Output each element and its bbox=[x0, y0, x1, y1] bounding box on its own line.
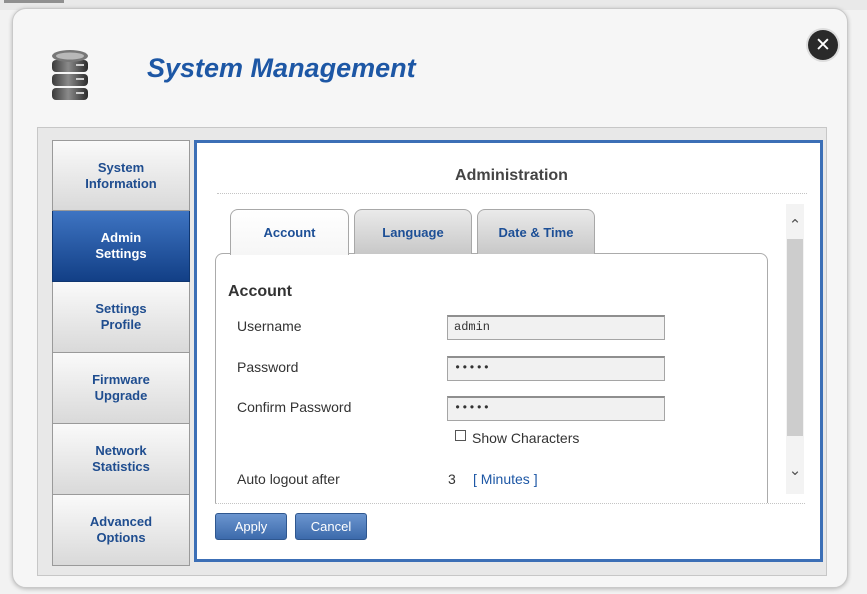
sidebar-item-system-information[interactable]: System Information bbox=[52, 140, 190, 211]
sidebar-item-label: System Information bbox=[85, 159, 157, 191]
section-heading-account: Account bbox=[228, 283, 292, 300]
chevron-down-icon[interactable]: ⌄ bbox=[786, 460, 804, 480]
tab-label: Account bbox=[263, 225, 316, 240]
sidebar-item-advanced-options[interactable]: Advanced Options bbox=[52, 495, 190, 566]
divider bbox=[215, 503, 805, 504]
scrollbar-thumb[interactable] bbox=[787, 239, 803, 436]
tab-date-time[interactable]: Date & Time bbox=[477, 209, 595, 254]
auto-logout-value: 3 bbox=[448, 471, 456, 487]
tab-label: Date & Time bbox=[498, 224, 574, 240]
confirm-password-field[interactable]: ••••• bbox=[447, 396, 665, 421]
app-title: System Management bbox=[147, 53, 416, 83]
sidebar-item-firmware-upgrade[interactable]: Firmware Upgrade bbox=[52, 353, 190, 424]
sidebar-item-settings-profile[interactable]: Settings Profile bbox=[52, 282, 190, 353]
username-label: Username bbox=[237, 318, 302, 334]
apply-button[interactable]: Apply bbox=[215, 513, 287, 540]
show-characters-label: Show Characters bbox=[472, 430, 580, 446]
auto-logout-label: Auto logout after bbox=[237, 471, 340, 487]
confirm-password-label: Confirm Password bbox=[237, 399, 352, 415]
close-icon[interactable]: ✕ bbox=[808, 30, 838, 60]
tab-account[interactable]: Account bbox=[230, 209, 349, 255]
database-icon bbox=[52, 50, 88, 100]
sidebar-item-label: Settings Profile bbox=[95, 301, 147, 332]
sidebar-item-label: Firmware Upgrade bbox=[92, 372, 150, 403]
password-field[interactable]: ••••• bbox=[447, 356, 665, 381]
sidebar-item-network-statistics[interactable]: Network Statistics bbox=[52, 424, 190, 495]
sidebar-item-label: Advanced Options bbox=[89, 514, 153, 545]
sidebar-item-label: Admin Settings bbox=[95, 230, 147, 261]
password-label: Password bbox=[237, 359, 299, 375]
show-characters-checkbox[interactable] bbox=[455, 430, 466, 441]
cancel-button[interactable]: Cancel bbox=[295, 513, 367, 540]
tab-label: Language bbox=[382, 224, 444, 240]
sidebar-item-label: Network Statistics bbox=[92, 443, 150, 474]
chevron-up-icon[interactable]: ⌃ bbox=[786, 215, 804, 235]
username-field[interactable]: admin bbox=[447, 315, 665, 340]
sidebar-nav: System Information Admin Settings Settin… bbox=[52, 140, 190, 566]
auto-logout-unit: [ Minutes ] bbox=[473, 471, 538, 487]
tab-language[interactable]: Language bbox=[354, 209, 472, 254]
sidebar-item-admin-settings[interactable]: Admin Settings bbox=[52, 211, 190, 282]
divider bbox=[217, 193, 807, 194]
page-title: Administration bbox=[455, 167, 568, 184]
